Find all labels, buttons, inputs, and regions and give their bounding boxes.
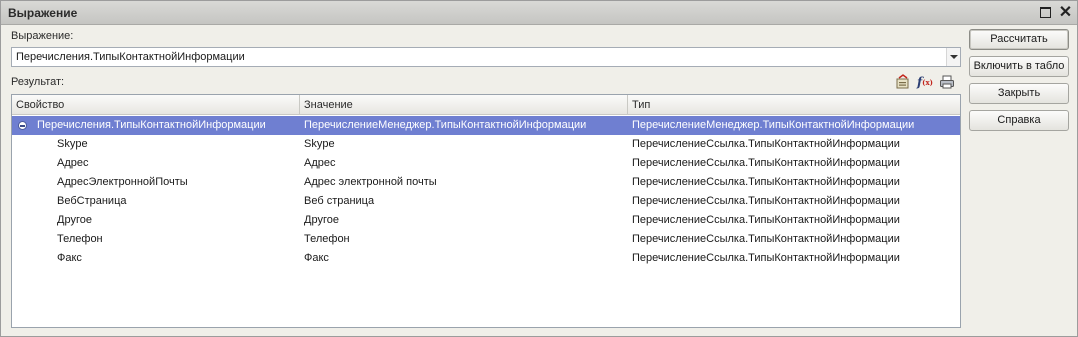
cell-type: ПеречислениеСсылка.ТипыКонтактнойИнформа… [632, 252, 900, 264]
table-row[interactable]: ВебСтраница Веб страница ПеречислениеСсы… [12, 192, 960, 211]
table-row[interactable]: Другое Другое ПеречислениеСсылка.ТипыКон… [12, 211, 960, 230]
expression-window: Выражение ✕ Выражение: Перечисления.Типы… [0, 0, 1078, 337]
result-table[interactable]: Свойство Значение Тип Перечисления.ТипыК… [11, 94, 961, 328]
column-header-value[interactable]: Значение [300, 95, 628, 115]
cell-property: ВебСтраница [57, 195, 127, 207]
table-body: Перечисления.ТипыКонтактнойИнформации Пе… [12, 116, 960, 268]
result-label: Результат: [11, 76, 65, 88]
cell-type: ПеречислениеСсылка.ТипыКонтактнойИнформа… [632, 214, 900, 226]
maximize-icon[interactable] [1037, 4, 1054, 21]
close-icon[interactable]: ✕ [1057, 4, 1074, 21]
table-row[interactable]: Адрес Адрес ПеречислениеСсылка.ТипыКонта… [12, 154, 960, 173]
table-row[interactable]: Телефон Телефон ПеречислениеСсылка.ТипыК… [12, 230, 960, 249]
cell-property: Перечисления.ТипыКонтактнойИнформации [37, 119, 266, 131]
function-icon[interactable]: f (x) [916, 73, 934, 91]
table-row[interactable]: Skype Skype ПеречислениеСсылка.ТипыКонта… [12, 135, 960, 154]
cell-property: Skype [57, 138, 88, 150]
title-bar[interactable]: Выражение ✕ [1, 1, 1077, 25]
cell-type: ПеречислениеСсылка.ТипыКонтактнойИнформа… [632, 176, 900, 188]
cell-type: ПеречислениеСсылка.ТипыКонтактнойИнформа… [632, 195, 900, 207]
cell-property: Факс [57, 252, 82, 264]
column-header-type[interactable]: Тип [628, 95, 960, 115]
export-icon[interactable] [894, 73, 912, 91]
cell-property: АдресЭлектроннойПочты [57, 176, 188, 188]
cell-type: ПеречислениеСсылка.ТипыКонтактнойИнформа… [632, 157, 900, 169]
cell-type: ПеречислениеСсылка.ТипыКонтактнойИнформа… [632, 233, 900, 245]
cell-value: Факс [304, 252, 329, 264]
cell-value: Адрес электронной почты [304, 176, 437, 188]
close-button[interactable]: Закрыть [969, 83, 1069, 104]
add-to-table-button[interactable]: Включить в табло [969, 56, 1069, 77]
cell-value: Другое [304, 214, 339, 226]
column-header-property[interactable]: Свойство [12, 95, 300, 115]
table-row[interactable]: АдресЭлектроннойПочты Адрес электронной … [12, 173, 960, 192]
table-row[interactable]: Факс Факс ПеречислениеСсылка.ТипыКонтакт… [12, 249, 960, 268]
cell-type: ПеречислениеСсылка.ТипыКонтактнойИнформа… [632, 138, 900, 150]
cell-property: Адрес [57, 157, 89, 169]
cell-value: Веб страница [304, 195, 375, 207]
window-title: Выражение [8, 6, 78, 20]
cell-value: Адрес [304, 157, 336, 169]
cell-value: Телефон [304, 233, 350, 245]
cell-type: ПеречислениеМенеджер.ТипыКонтактнойИнфор… [632, 119, 915, 131]
table-header: Свойство Значение Тип [12, 95, 960, 115]
print-icon[interactable] [938, 73, 956, 91]
cell-property: Телефон [57, 233, 103, 245]
calculate-button[interactable]: Рассчитать [969, 29, 1069, 50]
dropdown-arrow-icon[interactable] [946, 48, 960, 66]
help-button[interactable]: Справка [969, 110, 1069, 131]
expression-input[interactable]: Перечисления.ТипыКонтактнойИнформации [11, 47, 961, 67]
expression-value[interactable]: Перечисления.ТипыКонтактнойИнформации [16, 51, 245, 63]
expression-label: Выражение: [11, 30, 74, 42]
cell-value: ПеречислениеМенеджер.ТипыКонтактнойИнфор… [304, 119, 587, 131]
result-toolbar: f (x) [894, 73, 956, 91]
cell-property: Другое [57, 214, 92, 226]
cell-value: Skype [304, 138, 335, 150]
table-row[interactable]: Перечисления.ТипыКонтактнойИнформации Пе… [12, 116, 960, 135]
collapse-icon[interactable] [18, 121, 27, 130]
